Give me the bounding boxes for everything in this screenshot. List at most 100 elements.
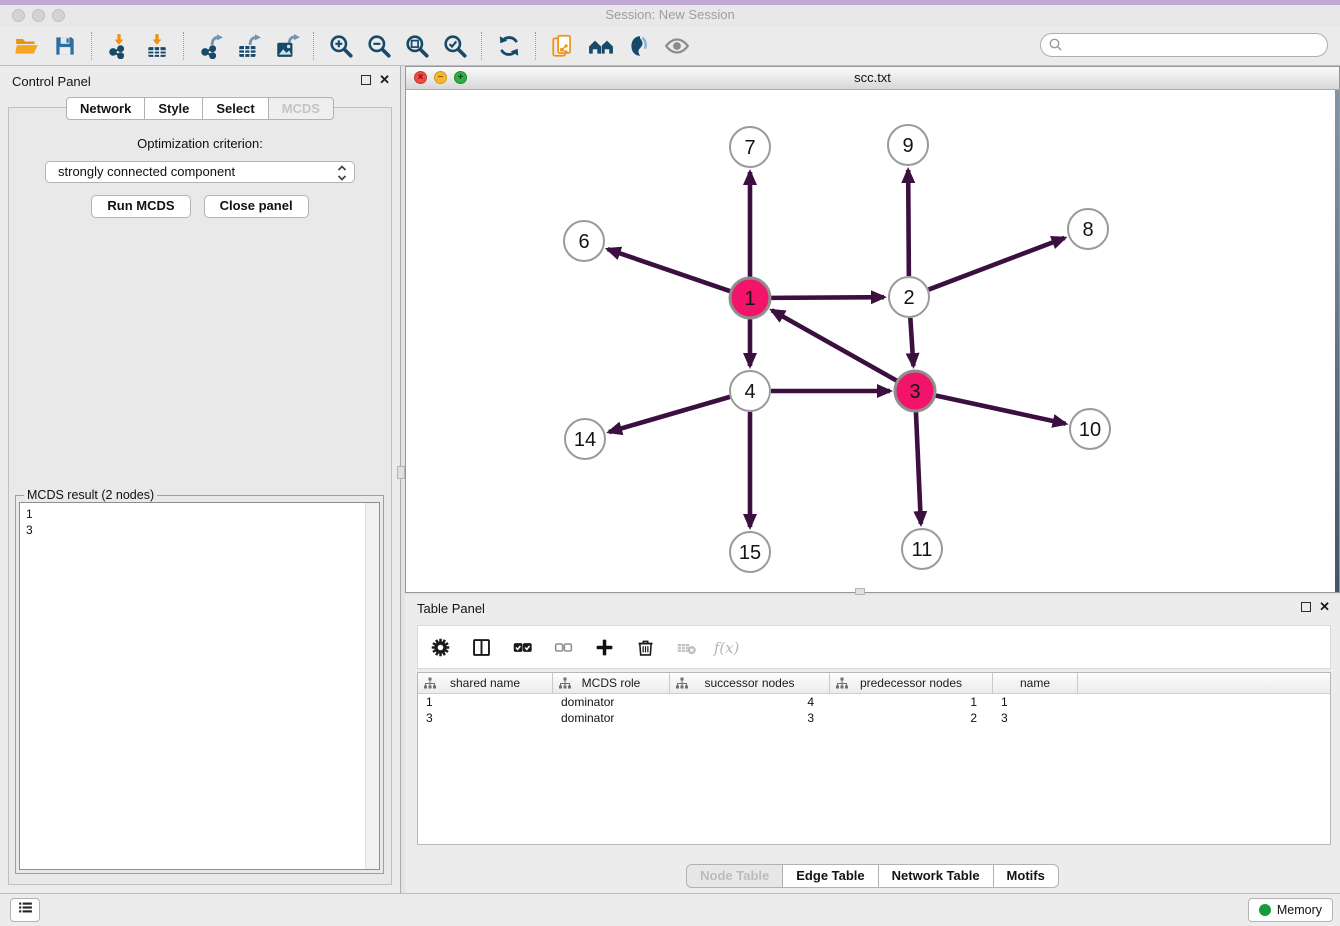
table-panel-close-button[interactable]: ✕ xyxy=(1319,601,1330,613)
table-cell: 3 xyxy=(993,710,1078,726)
node-2[interactable]: 2 xyxy=(889,277,929,317)
tab-style[interactable]: Style xyxy=(145,97,203,120)
control-panel-float-button[interactable] xyxy=(361,75,371,85)
export-image-button[interactable] xyxy=(268,30,306,62)
table-cell: dominator xyxy=(553,710,670,726)
toolbar-separator xyxy=(535,32,537,60)
table-tab-network-table[interactable]: Network Table xyxy=(879,864,994,888)
table-tab-node-table[interactable]: Node Table xyxy=(686,864,783,888)
panel-list-button[interactable] xyxy=(10,898,40,922)
table-row[interactable]: 3dominator323 xyxy=(418,710,1330,726)
edge-4-14[interactable] xyxy=(609,397,730,432)
export-table-button[interactable] xyxy=(230,30,268,62)
node-3[interactable]: 3 xyxy=(895,371,935,411)
select-all-columns-button[interactable] xyxy=(510,635,534,659)
column-header-successor-nodes[interactable]: successor nodes xyxy=(670,673,830,693)
edge-2-3[interactable] xyxy=(910,318,913,366)
search-box xyxy=(1040,33,1328,57)
node-6[interactable]: 6 xyxy=(564,221,604,261)
table-tab-motifs[interactable]: Motifs xyxy=(994,864,1059,888)
edge-1-6[interactable] xyxy=(608,249,730,291)
window-edge xyxy=(1335,90,1339,592)
edge-1-2[interactable] xyxy=(771,297,884,298)
column-header-shared-name[interactable]: shared name xyxy=(418,673,553,693)
zoom-in-icon xyxy=(328,33,354,59)
mcds-result-text[interactable]: 13 xyxy=(19,502,380,870)
network-canvas[interactable]: 7 9 6 8 1 2 4 3 14 10 15 11 xyxy=(406,90,1339,592)
edge-3-1[interactable] xyxy=(772,310,897,380)
zoom-selected-button[interactable] xyxy=(436,30,474,62)
table-tab-edge-table[interactable]: Edge Table xyxy=(783,864,878,888)
settings-gear-icon xyxy=(430,637,451,658)
horizontal-splitter-grip[interactable] xyxy=(855,588,865,595)
table-panel-float-button[interactable] xyxy=(1301,602,1311,612)
vertical-splitter-grip[interactable] xyxy=(397,466,405,479)
import-table-button[interactable] xyxy=(138,30,176,62)
eye-button[interactable] xyxy=(658,30,696,62)
network-graph[interactable]: 7 9 6 8 1 2 4 3 14 10 15 11 xyxy=(406,90,1335,592)
add-column-button[interactable] xyxy=(592,635,616,659)
svg-text:3: 3 xyxy=(909,381,920,403)
result-scrollbar[interactable] xyxy=(365,503,379,869)
node-14[interactable]: 14 xyxy=(565,419,605,459)
column-header-name[interactable]: name xyxy=(993,673,1078,693)
delete-column-button[interactable] xyxy=(633,635,657,659)
node-8[interactable]: 8 xyxy=(1068,209,1108,249)
criterion-dropdown[interactable]: strongly connected component xyxy=(45,161,355,183)
refresh-button[interactable] xyxy=(490,30,528,62)
control-panel-close-button[interactable]: ✕ xyxy=(379,74,390,86)
svg-text:1: 1 xyxy=(744,288,755,310)
toolbar-separator xyxy=(481,32,483,60)
memory-button[interactable]: Memory xyxy=(1248,898,1333,922)
edge-2-9[interactable] xyxy=(908,170,909,276)
node-7[interactable]: 7 xyxy=(730,127,770,167)
list-icon xyxy=(17,899,34,921)
node-9[interactable]: 9 xyxy=(888,125,928,165)
tab-mcds[interactable]: MCDS xyxy=(269,97,334,120)
open-session-icon xyxy=(14,33,40,59)
table-cell: 3 xyxy=(670,710,830,726)
column-header-predecessor-nodes[interactable]: predecessor nodes xyxy=(830,673,993,693)
node-4[interactable]: 4 xyxy=(730,371,770,411)
import-network-button[interactable] xyxy=(100,30,138,62)
node-1[interactable]: 1 xyxy=(730,278,770,318)
svg-text:6: 6 xyxy=(578,231,589,253)
control-panel: Control Panel ✕ NetworkStyleSelectMCDS O… xyxy=(0,66,401,893)
homes-icon xyxy=(588,33,614,59)
toolbar-separator xyxy=(183,32,185,60)
memory-label: Memory xyxy=(1277,903,1322,917)
memory-status-icon xyxy=(1259,904,1271,916)
column-header-mcds-role[interactable]: MCDS role xyxy=(553,673,670,693)
node-11[interactable]: 11 xyxy=(902,529,942,569)
ndex-import-button[interactable] xyxy=(544,30,582,62)
settings-gear-button[interactable] xyxy=(428,635,452,659)
run-mcds-button[interactable]: Run MCDS xyxy=(91,195,190,218)
refresh-icon xyxy=(496,33,522,59)
edge-3-10[interactable] xyxy=(936,395,1066,423)
zoom-out-button[interactable] xyxy=(360,30,398,62)
open-session-button[interactable] xyxy=(8,30,46,62)
search-input[interactable] xyxy=(1040,33,1328,57)
edge-3-11[interactable] xyxy=(916,412,921,524)
split-columns-button[interactable] xyxy=(469,635,493,659)
close-panel-button[interactable]: Close panel xyxy=(204,195,309,218)
tab-network[interactable]: Network xyxy=(66,97,145,120)
delete-column-icon xyxy=(635,637,656,658)
zoom-in-button[interactable] xyxy=(322,30,360,62)
unselect-all-columns-button[interactable] xyxy=(551,635,575,659)
zoom-fit-button[interactable] xyxy=(398,30,436,62)
delete-table-icon xyxy=(676,637,697,658)
style-brush-button[interactable] xyxy=(620,30,658,62)
svg-text:7: 7 xyxy=(744,137,755,159)
node-10[interactable]: 10 xyxy=(1070,409,1110,449)
save-session-button[interactable] xyxy=(46,30,84,62)
toolbar-separator xyxy=(313,32,315,60)
svg-text:4: 4 xyxy=(744,381,755,403)
tab-select[interactable]: Select xyxy=(203,97,268,120)
node-15[interactable]: 15 xyxy=(730,532,770,572)
homes-button[interactable] xyxy=(582,30,620,62)
table-row[interactable]: 1dominator411 xyxy=(418,694,1330,710)
network-window-titlebar[interactable]: × − + scc.txt xyxy=(406,67,1339,90)
edge-2-8[interactable] xyxy=(929,238,1065,290)
export-network-button[interactable] xyxy=(192,30,230,62)
